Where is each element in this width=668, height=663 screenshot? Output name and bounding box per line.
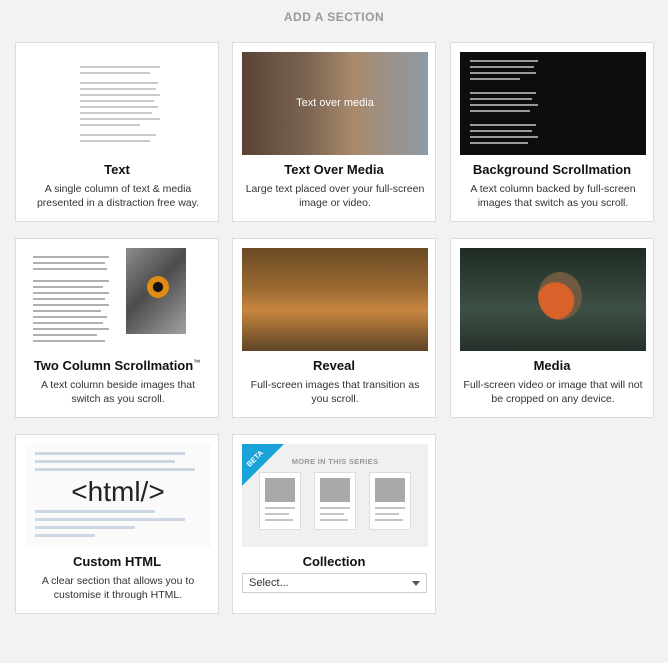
owl-image	[126, 248, 186, 334]
text-over-media-thumbnail: Text over media	[242, 52, 428, 155]
section-card-text[interactable]: Text A single column of text & media pre…	[15, 42, 219, 222]
text-thumbnail	[25, 52, 211, 155]
section-title: Two Column Scrollmation™	[33, 358, 201, 373]
section-description: A text column beside images that switch …	[40, 379, 196, 405]
custom-html-thumbnail: <html/>	[25, 444, 211, 547]
section-card-two-column-scrollmation[interactable]: Two Column Scrollmation™ A text column b…	[15, 238, 219, 418]
chevron-down-icon	[412, 581, 420, 586]
robin-image	[538, 272, 582, 320]
section-title: Reveal	[313, 358, 355, 373]
reveal-thumbnail	[242, 248, 428, 351]
section-title: Media	[533, 358, 571, 373]
section-title: Text	[104, 162, 130, 177]
background-scrollmation-thumbnail	[460, 52, 646, 155]
section-card-collection[interactable]: MORE IN THIS SERIES BETA Collection Sele…	[232, 434, 436, 614]
section-card-media[interactable]: Media Full-screen video or image that wi…	[450, 238, 654, 418]
section-card-background-scrollmation[interactable]: Background Scrollmation A text column ba…	[450, 42, 654, 222]
section-description: A single column of text & media presente…	[36, 183, 200, 209]
select-value: Select...	[249, 577, 289, 589]
section-description: Large text placed over your full-screen …	[245, 183, 425, 209]
section-description: Full-screen images that transition as yo…	[250, 379, 420, 405]
section-card-reveal[interactable]: Reveal Full-screen images that transitio…	[232, 238, 436, 418]
section-title: Text Over Media	[284, 162, 384, 177]
section-card-text-over-media[interactable]: Text over media Text Over Media Large te…	[232, 42, 436, 222]
html-code-label: <html/>	[71, 476, 165, 507]
media-thumbnail	[460, 248, 646, 351]
trademark-symbol: ™	[193, 359, 201, 367]
overlay-text: Text over media	[296, 97, 374, 109]
section-description: A clear section that allows you to custo…	[41, 575, 195, 601]
section-title: Background Scrollmation	[472, 162, 632, 177]
collection-select[interactable]: Select...	[242, 573, 427, 593]
section-description: A text column backed by full-screen imag…	[470, 183, 636, 209]
collection-thumbnail: MORE IN THIS SERIES BETA	[242, 444, 428, 547]
section-description: Full-screen video or image that will not…	[463, 379, 643, 405]
section-title: Custom HTML	[72, 554, 162, 569]
section-title: Collection	[302, 554, 366, 569]
page-title: ADD A SECTION	[283, 10, 385, 24]
two-column-thumbnail	[25, 248, 211, 351]
section-card-custom-html[interactable]: <html/> Custom HTML A clear section that…	[15, 434, 219, 614]
